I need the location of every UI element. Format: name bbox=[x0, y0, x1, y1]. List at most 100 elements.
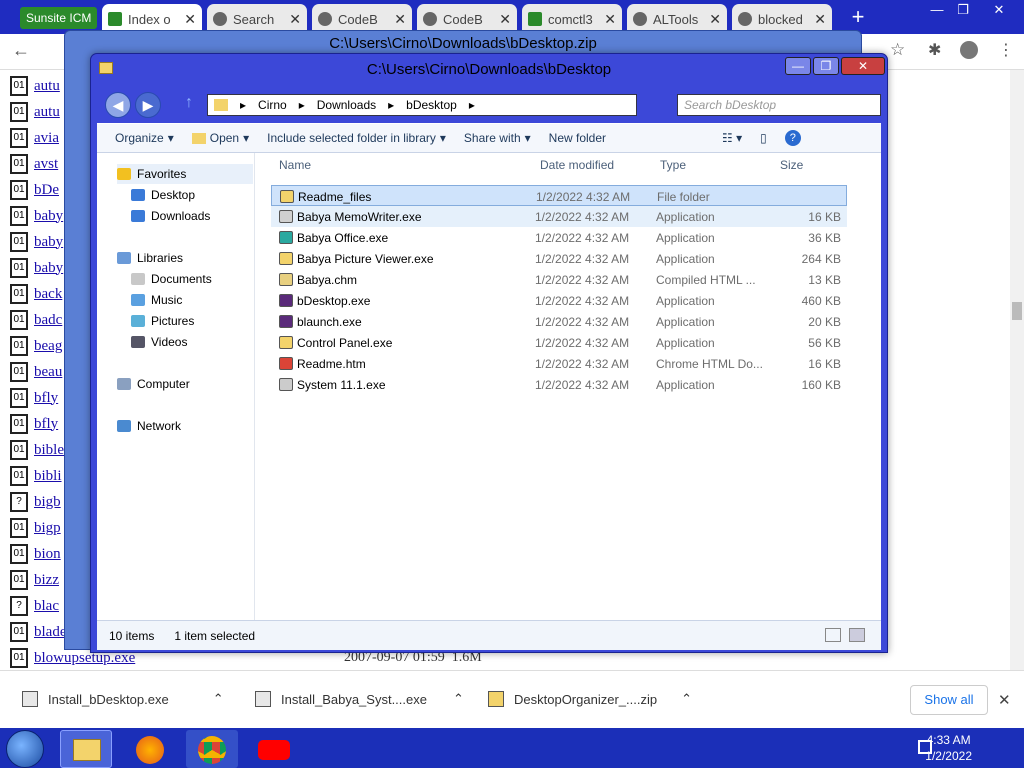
close-tab-icon[interactable]: ✕ bbox=[184, 11, 196, 28]
search-input[interactable]: Search bDesktop bbox=[677, 94, 881, 116]
minimize-button[interactable]: — bbox=[924, 2, 950, 20]
column-type[interactable]: Type bbox=[660, 158, 686, 172]
file-row[interactable]: Babya Office.exe 1/2/2022 4:32 AM Applicat… bbox=[271, 227, 847, 248]
view-options-icon[interactable]: ☷ ▾ bbox=[722, 131, 742, 145]
file-row[interactable]: Babya MemoWriter.exe 1/2/2022 4:32 AM Appl… bbox=[271, 206, 847, 227]
close-tab-icon[interactable]: ✕ bbox=[604, 11, 616, 28]
taskbar-chrome[interactable] bbox=[186, 730, 238, 768]
breadcrumb-cirno[interactable]: Cirno bbox=[258, 98, 287, 112]
back-arrow-icon[interactable]: ← bbox=[12, 40, 30, 61]
listing-link[interactable]: baby bbox=[34, 260, 63, 277]
nav-favorites[interactable]: Favorites bbox=[117, 164, 253, 184]
file-row[interactable]: Readme_files 1/2/2022 4:32 AM File folder bbox=[271, 185, 847, 206]
breadcrumb-bdesktop[interactable]: bDesktop bbox=[406, 98, 457, 112]
new-folder-button[interactable]: New folder bbox=[549, 131, 606, 145]
file-row[interactable]: Babya Picture Viewer.exe 1/2/2022 4:32 AM… bbox=[271, 248, 847, 269]
file-row[interactable]: Babya.chm 1/2/2022 4:32 AM Compiled HTML .… bbox=[271, 269, 847, 290]
column-name[interactable]: Name bbox=[279, 158, 311, 172]
show-all-button[interactable]: Show all bbox=[910, 685, 988, 715]
listing-link[interactable]: beau bbox=[34, 364, 62, 381]
forward-button[interactable]: ▶ bbox=[135, 92, 161, 118]
listing-link[interactable]: baby bbox=[34, 234, 63, 251]
extensions-icon[interactable]: ✱ bbox=[928, 40, 941, 60]
share-with-button[interactable]: Share with ▾ bbox=[464, 131, 531, 145]
page-scrollbar[interactable] bbox=[1010, 70, 1024, 670]
include-in-library-button[interactable]: Include selected folder in library ▾ bbox=[267, 131, 446, 145]
menu-icon[interactable]: ⋮ bbox=[998, 40, 1014, 60]
listing-link[interactable]: badc bbox=[34, 312, 62, 329]
close-tab-icon[interactable]: ✕ bbox=[709, 11, 721, 28]
close-shelf-icon[interactable]: ✕ bbox=[998, 691, 1011, 709]
close-tab-icon[interactable]: ✕ bbox=[289, 11, 301, 28]
start-button[interactable] bbox=[6, 730, 44, 768]
column-date[interactable]: Date modified bbox=[540, 158, 614, 172]
file-icon bbox=[279, 231, 293, 244]
file-size: 16 KB bbox=[808, 210, 841, 224]
file-row[interactable]: bDesktop.exe 1/2/2022 4:32 AM Application 4… bbox=[271, 290, 847, 311]
close-tab-icon[interactable]: ✕ bbox=[814, 11, 826, 28]
nav-downloads[interactable]: Downloads bbox=[131, 206, 210, 226]
column-size[interactable]: Size bbox=[780, 158, 803, 172]
star-icon[interactable]: ☆ bbox=[890, 40, 905, 60]
download-item-2[interactable]: Install_Babya_Syst....exe ⌃ bbox=[255, 691, 464, 707]
download-item-3[interactable]: DesktopOrganizer_....zip ⌃ bbox=[488, 691, 692, 707]
listing-link[interactable]: bible bbox=[34, 442, 64, 459]
taskbar-firefox[interactable] bbox=[124, 730, 176, 768]
breadcrumb-downloads[interactable]: Downloads bbox=[317, 98, 376, 112]
file-row[interactable]: Readme.htm 1/2/2022 4:32 AM Chrome HTML Do… bbox=[271, 353, 847, 374]
preview-pane-icon[interactable]: ▯ bbox=[760, 131, 767, 145]
tiles-view-icon[interactable] bbox=[849, 628, 865, 642]
file-row[interactable]: System 11.1.exe 1/2/2022 4:32 AM Applicati… bbox=[271, 374, 847, 395]
back-button[interactable]: ◀ bbox=[105, 92, 131, 118]
listing-link[interactable]: autu bbox=[34, 104, 60, 121]
up-arrow-icon[interactable]: ↑ bbox=[185, 94, 193, 112]
new-tab-button[interactable]: + bbox=[846, 6, 870, 30]
maximize-button[interactable]: ❐ bbox=[950, 2, 976, 20]
explorer-minimize-button[interactable]: — bbox=[785, 57, 811, 75]
nav-libraries[interactable]: Libraries bbox=[117, 248, 183, 268]
close-tab-icon[interactable]: ✕ bbox=[499, 11, 511, 28]
nav-documents[interactable]: Documents bbox=[131, 269, 212, 289]
listing-link[interactable]: autu bbox=[34, 78, 60, 95]
nav-computer[interactable]: Computer bbox=[117, 374, 190, 394]
scroll-thumb[interactable] bbox=[1012, 302, 1022, 320]
nav-network[interactable]: Network bbox=[117, 416, 181, 436]
listing-link[interactable]: back bbox=[34, 286, 62, 303]
explorer-close-button[interactable]: ✕ bbox=[841, 57, 885, 75]
listing-link[interactable]: bfly bbox=[34, 416, 58, 433]
nav-pictures[interactable]: Pictures bbox=[131, 311, 194, 331]
taskbar-youtube[interactable] bbox=[248, 730, 300, 768]
listing-link[interactable]: baby bbox=[34, 208, 63, 225]
listing-link[interactable]: bigb bbox=[34, 494, 61, 511]
tab-sunsite[interactable]: Sunsite ICM bbox=[20, 7, 98, 29]
listing-link[interactable]: avia bbox=[34, 130, 59, 147]
download-item-1[interactable]: Install_bDesktop.exe ⌃ bbox=[22, 691, 224, 707]
explorer-maximize-button[interactable]: ❐ bbox=[813, 57, 839, 75]
exe-icon bbox=[22, 691, 38, 707]
profile-icon[interactable] bbox=[960, 41, 978, 59]
listing-link[interactable]: beag bbox=[34, 338, 62, 355]
organize-button[interactable]: Organize ▾ bbox=[115, 131, 174, 145]
listing-link[interactable]: blac bbox=[34, 598, 59, 615]
listing-link[interactable]: bizz bbox=[34, 572, 59, 589]
open-button[interactable]: Open ▾ bbox=[191, 131, 249, 145]
listing-link[interactable]: bion bbox=[34, 546, 61, 563]
file-icon bbox=[279, 294, 293, 307]
listing-link[interactable]: bfly bbox=[34, 390, 58, 407]
listing-link[interactable]: avst bbox=[34, 156, 58, 173]
clock[interactable]: 4:33 AM 1/2/2022 bbox=[925, 732, 972, 764]
nav-music[interactable]: Music bbox=[131, 290, 182, 310]
details-view-icon[interactable] bbox=[825, 628, 841, 642]
listing-link[interactable]: bibli bbox=[34, 468, 62, 485]
address-bar[interactable]: ▸ Cirno ▸ Downloads ▸ bDesktop ▸ bbox=[207, 94, 637, 116]
taskbar-explorer[interactable] bbox=[60, 730, 112, 768]
close-button[interactable]: ✕ bbox=[986, 2, 1012, 20]
file-row[interactable]: Control Panel.exe 1/2/2022 4:32 AM Applica… bbox=[271, 332, 847, 353]
nav-desktop[interactable]: Desktop bbox=[131, 185, 195, 205]
nav-videos[interactable]: Videos bbox=[131, 332, 187, 352]
close-tab-icon[interactable]: ✕ bbox=[394, 11, 406, 28]
file-row[interactable]: blaunch.exe 1/2/2022 4:32 AM Application 20… bbox=[271, 311, 847, 332]
listing-link[interactable]: bDe bbox=[34, 182, 59, 199]
help-icon[interactable]: ? bbox=[784, 130, 801, 146]
listing-link[interactable]: bigp bbox=[34, 520, 61, 537]
